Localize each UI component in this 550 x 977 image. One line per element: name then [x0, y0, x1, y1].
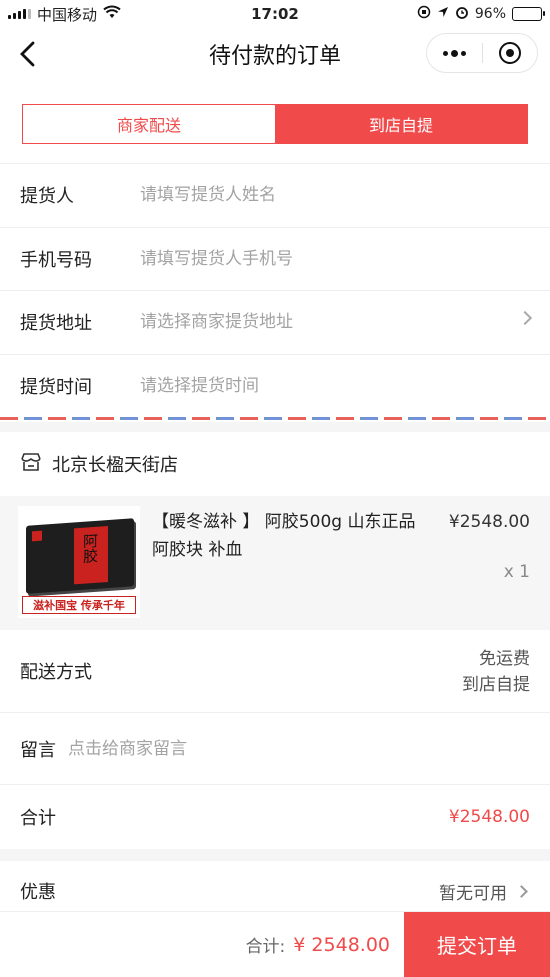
- pickup-address-row[interactable]: 提货地址: [0, 291, 550, 355]
- pickup-time-label: 提货时间: [20, 377, 92, 399]
- store-header: 北京长楹天街店: [0, 432, 550, 496]
- page-title: 待付款的订单: [208, 44, 341, 69]
- chevron-left-icon: [20, 41, 35, 67]
- product-price: ¥2548.00: [448, 512, 530, 532]
- tab-store-pickup[interactable]: 到店自提: [275, 105, 527, 143]
- tab-merchant-delivery[interactable]: 商家配送: [23, 105, 275, 143]
- product-title: 【暖冬滋补 】 阿胶500g 山东正品阿胶块 补血: [152, 512, 416, 560]
- note-row: 留言: [0, 713, 550, 785]
- checkout-total-value: ¥ 2548.00: [293, 933, 390, 956]
- battery-percent: 96%: [474, 6, 506, 22]
- pickup-person-row: 提货人: [0, 164, 550, 228]
- product-box-graphic: 阿胶: [26, 518, 134, 594]
- more-menu-button[interactable]: [427, 49, 482, 57]
- status-bar: 中国移动 17:02 96%: [0, 0, 550, 28]
- carrier-name: 中国移动: [37, 5, 98, 24]
- submit-order-button[interactable]: 提交订单: [404, 911, 550, 977]
- battery-icon: [512, 7, 545, 21]
- product-box-text: 阿胶: [81, 532, 99, 564]
- section-gap: [0, 849, 550, 861]
- order-info: 配送方式 免运费 到店自提 留言 合计 ¥2548.00: [0, 630, 550, 849]
- coupon-value-group: 暂无可用: [439, 879, 530, 904]
- subtotal-label: 合计: [20, 808, 56, 829]
- back-button[interactable]: [12, 38, 44, 70]
- phone-row: 手机号码: [0, 228, 550, 291]
- shipping-method-value: 免运费 到店自提: [462, 646, 530, 698]
- subtotal-value: ¥2548.00: [448, 807, 530, 827]
- shipping-fee-text: 免运费: [479, 649, 530, 669]
- shipping-mode-text: 到店自提: [462, 675, 530, 695]
- miniprogram-capsule: [426, 33, 538, 73]
- subtotal-row: 合计 ¥2548.00: [0, 785, 550, 849]
- nav-bar: 待付款的订单: [0, 28, 550, 80]
- shipping-method-label: 配送方式: [20, 662, 92, 683]
- pickup-form: 提货人 手机号码 提货地址 提货时间: [0, 164, 550, 418]
- checkout-bar: 合计: ¥ 2548.00 提交订单: [0, 911, 550, 977]
- airmail-divider: [0, 416, 550, 422]
- pickup-address-select[interactable]: [140, 312, 550, 333]
- close-miniprogram-button[interactable]: [483, 42, 537, 64]
- pickup-time-row[interactable]: 提货时间: [0, 355, 550, 419]
- store-name: 北京长楹天街店: [52, 455, 178, 476]
- pickup-address-label: 提货地址: [20, 313, 92, 335]
- signal-icon: [8, 9, 31, 19]
- delivery-method-section: 商家配送 到店自提: [0, 80, 550, 164]
- status-time: 17:02: [251, 5, 299, 23]
- product-image-banner: 滋补国宝 传承千年: [22, 596, 136, 614]
- note-input[interactable]: [68, 738, 530, 759]
- coupon-value: 暂无可用: [439, 883, 507, 904]
- pickup-time-select[interactable]: [140, 376, 550, 397]
- product-item[interactable]: 阿胶 滋补国宝 传承千年 【暖冬滋补 】 阿胶500g 山东正品阿胶块 补血 ¥…: [0, 496, 550, 630]
- phone-input[interactable]: [140, 248, 550, 269]
- product-quantity: x 1: [503, 562, 530, 582]
- pickup-person-input[interactable]: [140, 185, 550, 206]
- product-image: 阿胶 滋补国宝 传承千年: [18, 506, 140, 618]
- pickup-person-label: 提货人: [20, 186, 74, 208]
- checkout-total-label: 合计:: [245, 937, 286, 957]
- chevron-right-icon: [515, 884, 528, 898]
- rotation-lock-icon: [417, 5, 431, 23]
- wifi-icon: [103, 5, 121, 23]
- status-left: 中国移动: [8, 4, 208, 25]
- phone-label: 手机号码: [20, 249, 92, 271]
- delivery-method-toggle: 商家配送 到店自提: [22, 104, 528, 144]
- note-label: 留言: [20, 739, 56, 761]
- target-circle-icon: [498, 42, 521, 64]
- coupon-label: 优惠: [20, 882, 56, 903]
- location-icon: [437, 6, 449, 22]
- alarm-icon: [455, 5, 469, 23]
- shipping-method-row: 配送方式 免运费 到店自提: [0, 630, 550, 713]
- status-right: 96%: [342, 5, 545, 23]
- store-icon: [20, 452, 42, 476]
